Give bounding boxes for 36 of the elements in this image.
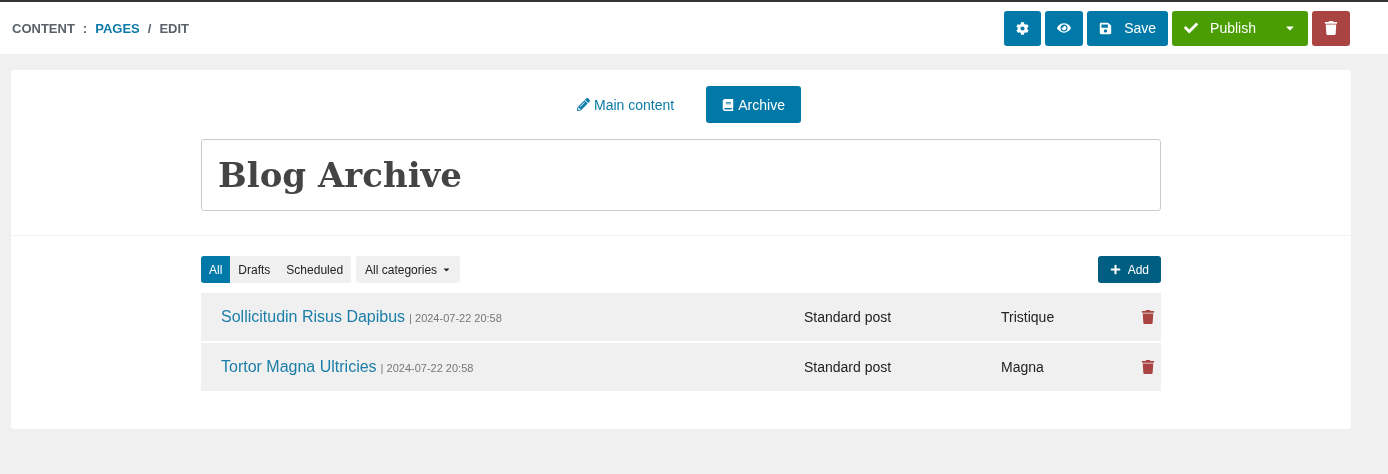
delete-button[interactable] (1141, 360, 1157, 374)
delete-button[interactable] (1141, 310, 1157, 324)
book-icon (722, 98, 735, 111)
trash-icon (1141, 360, 1155, 374)
check-icon (1184, 21, 1199, 35)
post-link[interactable]: Sollicitudin Risus Dapibus (221, 308, 406, 326)
eye-icon (1057, 21, 1072, 35)
breadcrumb-separator: : (82, 20, 88, 36)
caret-icon (442, 265, 452, 274)
filter-tab[interactable]: All (201, 256, 231, 283)
post-date: | 2024-07-22 20:58 (409, 312, 502, 324)
breadcrumb-item: EDIT (159, 20, 189, 36)
tab[interactable]: Main content (561, 86, 691, 123)
trash-icon (1141, 310, 1155, 324)
category-dropdown[interactable]: All categories (356, 256, 461, 283)
post-category: Magna (1001, 359, 1045, 375)
breadcrumb-link[interactable]: PAGES (95, 20, 140, 36)
title-field[interactable]: Blog Archive (201, 139, 1161, 211)
post-date: | 2024-07-22 20:58 (380, 362, 474, 374)
publish-button[interactable]: Publish (1172, 10, 1308, 46)
settings-icon (1016, 21, 1030, 35)
delete-button[interactable] (1312, 10, 1350, 46)
breadcrumb-item: CONTENT (12, 20, 75, 36)
post-category: Tristique (1001, 309, 1056, 325)
plus-icon (1109, 264, 1121, 275)
breadcrumb-separator: / (147, 20, 152, 36)
add-button[interactable]: Add (1097, 256, 1161, 283)
settings-button[interactable] (1004, 10, 1042, 46)
trash-icon (1324, 21, 1338, 35)
save-button[interactable]: Save (1087, 10, 1169, 46)
post-type: Standard post (804, 309, 893, 325)
tab[interactable]: Archive (706, 86, 801, 123)
post-type: Standard post (804, 359, 893, 375)
preview-button[interactable] (1045, 10, 1084, 46)
post-link[interactable]: Tortor Magna Ultricies (221, 358, 377, 376)
pencil-icon (577, 98, 591, 111)
